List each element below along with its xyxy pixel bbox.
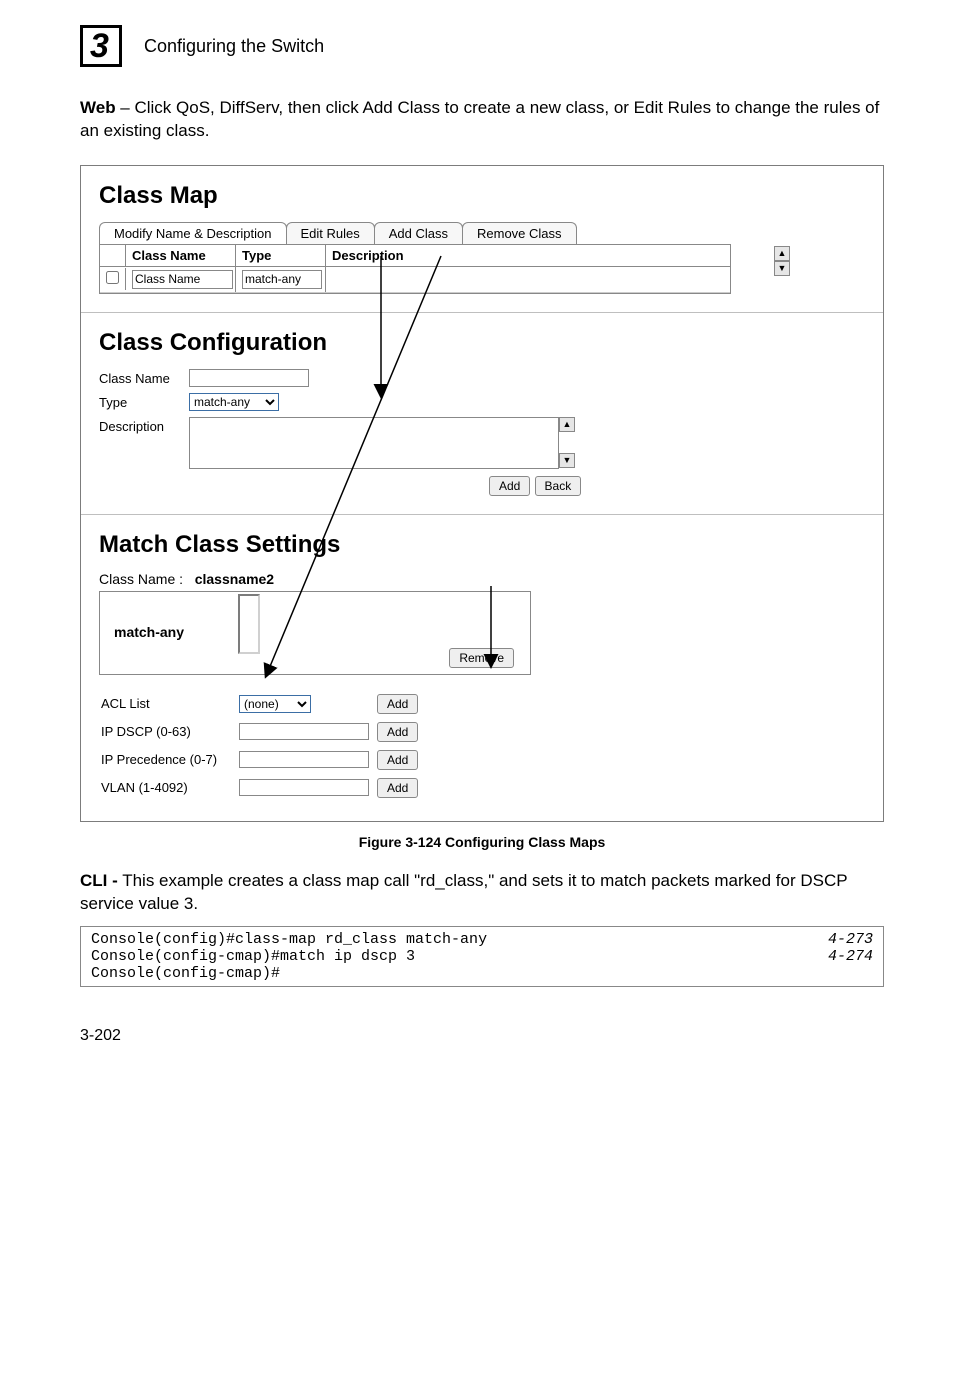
label-type: Type — [99, 393, 189, 410]
intro-bold: Web — [80, 98, 116, 117]
scroll-up-icon[interactable]: ▲ — [774, 246, 790, 261]
intro-text: – Click QoS, DiffServ, then click Add Cl… — [80, 98, 879, 140]
row-checkbox[interactable] — [106, 271, 119, 284]
cli-ref-2: 4-274 — [828, 948, 873, 965]
tab-remove-class[interactable]: Remove Class — [462, 222, 577, 244]
textarea-scroll-up-icon[interactable]: ▲ — [559, 417, 575, 432]
page-title: Configuring the Switch — [144, 36, 324, 57]
class-map-heading: Class Map — [99, 182, 865, 210]
cli-line-3: Console(config-cmap)# — [91, 965, 280, 982]
cli-text: This example creates a class map call "r… — [80, 871, 847, 913]
description-textarea[interactable] — [189, 417, 559, 469]
match-listbox[interactable] — [238, 594, 260, 654]
chapter-badge: 3 — [80, 25, 122, 67]
scroll-down-icon[interactable]: ▼ — [774, 261, 790, 276]
cli-line-2: Console(config-cmap)#match ip dscp 3 — [91, 948, 415, 965]
col-class-name: Class Name — [126, 245, 236, 266]
col-type: Type — [236, 245, 326, 266]
type-select[interactable]: match-any — [189, 393, 279, 411]
textarea-scroll-down-icon[interactable]: ▼ — [559, 453, 575, 468]
ip-prec-add-button[interactable]: Add — [377, 750, 418, 770]
intro-paragraph: Web – Click QoS, DiffServ, then click Ad… — [80, 97, 884, 143]
tab-edit-rules[interactable]: Edit Rules — [286, 222, 375, 244]
remove-button[interactable]: Remove — [449, 648, 514, 668]
mcs-classname-label: Class Name : — [99, 571, 183, 587]
acl-list-select[interactable]: (none) — [239, 695, 311, 713]
row-vlan-label: VLAN (1-4092) — [101, 775, 237, 801]
ip-prec-input[interactable] — [239, 751, 369, 768]
vlan-add-button[interactable]: Add — [377, 778, 418, 798]
row-ip-prec-label: IP Precedence (0-7) — [101, 747, 237, 773]
row-classname-input[interactable] — [132, 270, 233, 289]
cli-ref-1: 4-273 — [828, 931, 873, 948]
acl-add-button[interactable]: Add — [377, 694, 418, 714]
mcs-classname-value: classname2 — [195, 571, 274, 587]
cli-console-box: Console(config)#class-map rd_class match… — [80, 926, 884, 987]
class-name-input[interactable] — [189, 369, 309, 387]
figure-caption: Figure 3-124 Configuring Class Maps — [80, 834, 884, 850]
page-number: 3-202 — [80, 1027, 884, 1045]
ip-dscp-input[interactable] — [239, 723, 369, 740]
match-class-heading: Match Class Settings — [99, 531, 865, 559]
cli-line-1: Console(config)#class-map rd_class match… — [91, 931, 487, 948]
tab-add-class[interactable]: Add Class — [374, 222, 463, 244]
col-description: Description — [326, 245, 730, 266]
match-any-label: match-any — [114, 624, 184, 640]
row-type-value[interactable]: match-any — [242, 270, 322, 289]
add-button[interactable]: Add — [489, 476, 530, 496]
back-button[interactable]: Back — [535, 476, 582, 496]
vlan-input[interactable] — [239, 779, 369, 796]
class-config-heading: Class Configuration — [99, 329, 865, 357]
cli-paragraph: CLI - This example creates a class map c… — [80, 870, 884, 916]
label-description: Description — [99, 417, 189, 434]
row-ip-dscp-label: IP DSCP (0-63) — [101, 719, 237, 745]
tab-modify-name[interactable]: Modify Name & Description — [99, 222, 287, 244]
cli-bold: CLI - — [80, 871, 118, 890]
label-class-name: Class Name — [99, 369, 189, 386]
row-acl-list-label: ACL List — [101, 691, 237, 717]
ip-dscp-add-button[interactable]: Add — [377, 722, 418, 742]
